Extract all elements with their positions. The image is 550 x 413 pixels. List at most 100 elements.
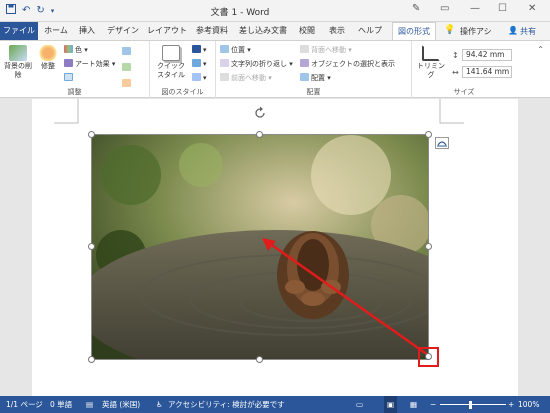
selection-pane-label: オブジェクトの選択と表示: [311, 60, 395, 68]
crop-button[interactable]: トリミング: [414, 45, 448, 80]
adjust-group: 背景の削除 修整 色 ▾ アート効果 ▾ 調整: [0, 41, 150, 98]
corrections-button[interactable]: 修整: [36, 45, 60, 71]
transparency-button[interactable]: [64, 73, 75, 83]
undo-icon[interactable]: ↶: [22, 5, 30, 17]
tab-picture-format[interactable]: 図の形式: [392, 22, 436, 40]
accessibility-status[interactable]: アクセシビリティ: 検討が必要です: [168, 396, 285, 413]
quick-access-toolbar: ↶ ↻ ▾: [6, 4, 54, 18]
collapse-ribbon-icon[interactable]: ⌃: [537, 45, 544, 54]
compress-pictures-button[interactable]: [122, 47, 133, 57]
selection-pane-button[interactable]: オブジェクトの選択と表示: [300, 59, 395, 69]
tab-mailings[interactable]: 差し込み文書: [236, 22, 290, 40]
lightbulb-icon[interactable]: 💡: [444, 25, 455, 35]
save-icon[interactable]: [6, 4, 16, 18]
color-button[interactable]: 色 ▾: [64, 45, 88, 55]
position-label: 位置: [231, 46, 245, 54]
artistic-effects-button[interactable]: アート効果 ▾: [64, 59, 115, 69]
minimize-icon[interactable]: —: [470, 3, 480, 14]
zoom-slider-thumb[interactable]: [469, 401, 472, 409]
print-layout-icon[interactable]: ▣: [384, 396, 398, 413]
compress-icon: [122, 47, 131, 55]
quick-styles-button[interactable]: クイック スタイル: [154, 45, 188, 80]
zoom-out-button[interactable]: −: [430, 396, 436, 413]
tab-file[interactable]: ファイル: [0, 22, 38, 40]
title-bar: ↶ ↻ ▾ 文書 1 - Word ✎ ▭ — ☐ ✕: [0, 0, 550, 22]
close-icon[interactable]: ✕: [528, 3, 536, 14]
tab-view[interactable]: 表示: [324, 22, 350, 40]
tab-design[interactable]: デザイン: [104, 22, 142, 40]
width-field[interactable]: 141.64 mm: [462, 66, 512, 78]
resize-handle-right[interactable]: [425, 243, 432, 250]
highlight-box: [418, 347, 439, 367]
resize-handle-bottom[interactable]: [256, 356, 263, 363]
adjust-group-label: 調整: [67, 88, 82, 96]
accessibility-icon[interactable]: ♿: [156, 396, 163, 413]
pen-border-icon: [192, 45, 201, 53]
sun-icon: [39, 45, 57, 61]
proofing-icon[interactable]: ▤: [86, 396, 93, 413]
pine-cone-photo[interactable]: [91, 135, 428, 359]
redo-icon[interactable]: ↻: [36, 5, 44, 17]
align-icon: [300, 73, 309, 81]
crop-icon: [422, 45, 440, 61]
remove-background-button[interactable]: 背景の削除: [4, 45, 32, 80]
word-count[interactable]: 0 単語: [50, 396, 72, 413]
resize-handle-top-right[interactable]: [425, 131, 432, 138]
tab-home[interactable]: ホーム: [40, 22, 72, 40]
remove-background-icon: [9, 45, 27, 61]
tab-insert[interactable]: 挿入: [74, 22, 100, 40]
color-icon: [64, 45, 73, 53]
position-button[interactable]: 位置 ▾: [220, 45, 251, 55]
layout-options-icon[interactable]: [435, 137, 449, 149]
picture-effects-button[interactable]: ▾: [192, 59, 207, 69]
color-label: 色: [75, 46, 82, 54]
wrap-text-icon: [220, 59, 229, 67]
resize-handle-left[interactable]: [88, 243, 95, 250]
tab-layout[interactable]: レイアウト: [146, 22, 188, 40]
wrap-text-button[interactable]: 文字列の折り返し ▾: [220, 59, 293, 69]
maximize-icon[interactable]: ☐: [498, 3, 507, 14]
zoom-level[interactable]: 100%: [518, 396, 539, 413]
customize-qat-icon[interactable]: ▾: [51, 5, 55, 17]
web-layout-icon[interactable]: ▦: [410, 396, 417, 413]
person-icon[interactable]: 👤: [508, 26, 518, 35]
zoom-in-button[interactable]: +: [508, 396, 514, 413]
picture-border-button[interactable]: ▾: [192, 45, 207, 55]
bring-forward-button[interactable]: 前面へ移動 ▾: [220, 73, 272, 83]
width-icon: ↔: [452, 68, 459, 77]
rotate-handle-icon[interactable]: [253, 106, 267, 120]
zoom-slider-track[interactable]: [440, 404, 506, 405]
language-indicator[interactable]: 英語 (米国): [102, 396, 140, 413]
size-group: トリミング ↕ 94.42 mm ↔ 141.64 mm サイズ: [412, 41, 516, 98]
tell-me-search[interactable]: 操作アシ: [460, 26, 492, 37]
focus-mode-icon[interactable]: ▭: [356, 396, 363, 413]
share-button[interactable]: 共有: [520, 26, 536, 37]
ribbon: 背景の削除 修整 色 ▾ アート効果 ▾ 調整 クイック スタイル ▾ ▾ ▾ …: [0, 40, 550, 98]
send-backward-button[interactable]: 背面へ移動 ▾: [300, 45, 352, 55]
resize-handle-top[interactable]: [256, 131, 263, 138]
document-title: 文書 1 - Word: [210, 8, 270, 18]
artistic-effects-icon: [64, 59, 73, 67]
bring-forward-label: 前面へ移動: [231, 74, 266, 82]
transparency-icon: [64, 73, 73, 81]
arrange-group-label: 配置: [306, 88, 321, 96]
height-field[interactable]: 94.42 mm: [462, 49, 512, 61]
position-icon: [220, 45, 229, 53]
tab-references[interactable]: 参考資料: [192, 22, 232, 40]
picture-layout-button[interactable]: ▾: [192, 73, 207, 83]
align-button[interactable]: 配置 ▾: [300, 73, 331, 83]
artistic-effects-label: アート効果: [75, 60, 110, 68]
resize-handle-top-left[interactable]: [88, 131, 95, 138]
tab-help[interactable]: ヘルプ: [354, 22, 386, 40]
send-backward-label: 背面へ移動: [311, 46, 346, 54]
pen-icon[interactable]: ✎: [412, 3, 420, 14]
resize-handle-bottom-left[interactable]: [88, 356, 95, 363]
change-picture-button[interactable]: [122, 63, 133, 73]
page-count[interactable]: 1/1 ページ: [6, 396, 43, 413]
tab-review[interactable]: 校閲: [294, 22, 320, 40]
ribbon-display-icon[interactable]: ▭: [440, 3, 449, 14]
quick-styles-label: クイック スタイル: [157, 62, 185, 79]
reset-picture-icon: [122, 79, 131, 87]
size-group-label: サイズ: [453, 88, 475, 96]
picture-layout-icon: [192, 73, 201, 81]
